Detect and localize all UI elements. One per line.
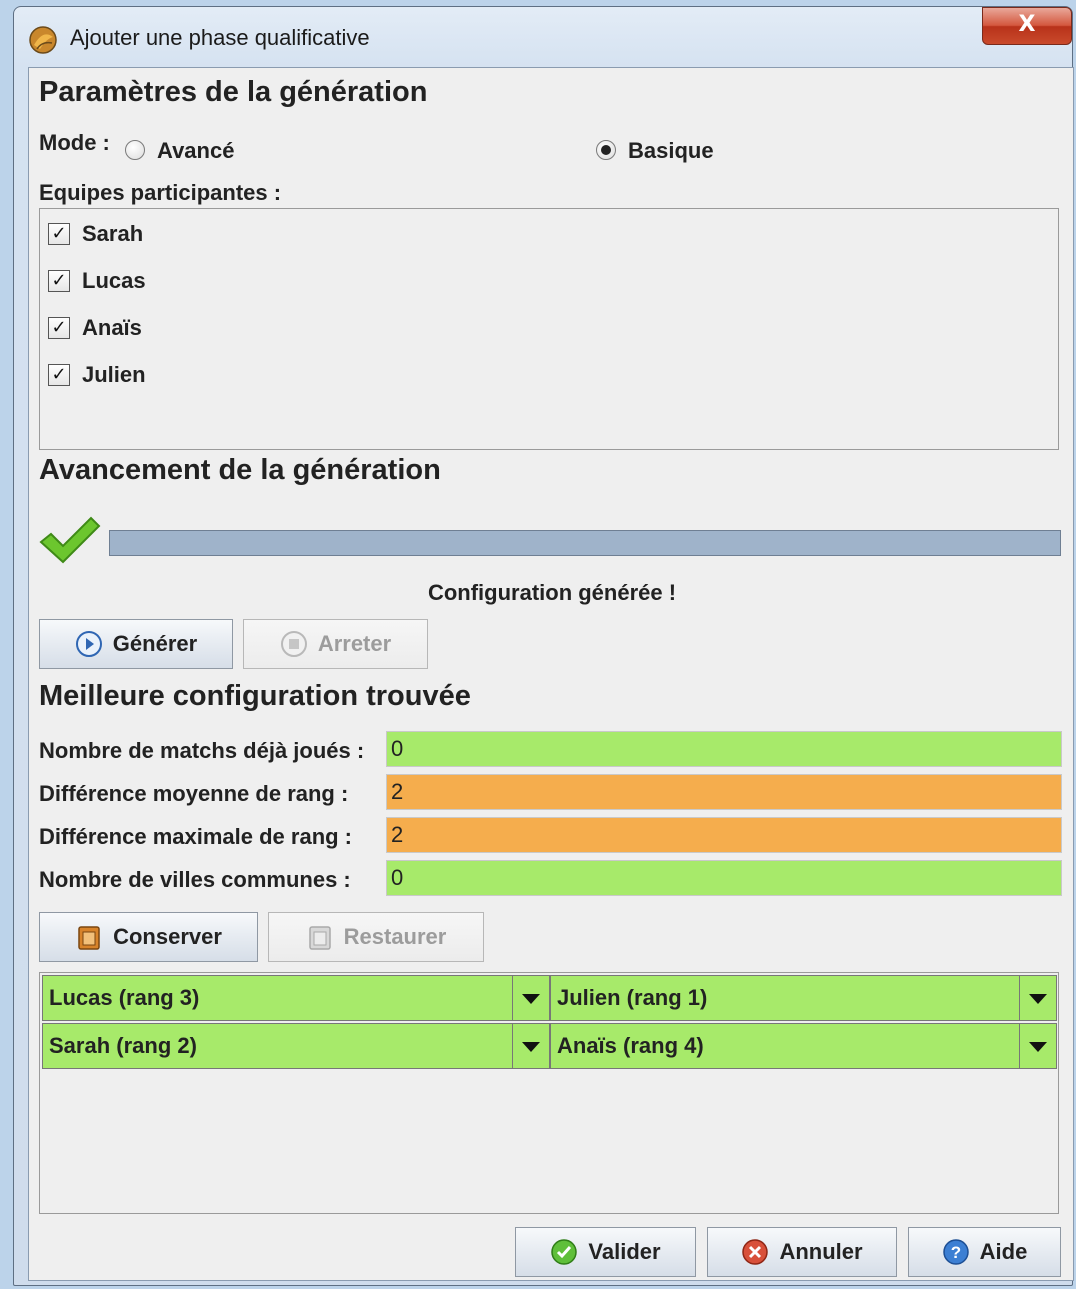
cancel-button[interactable]: Annuler xyxy=(707,1227,897,1277)
close-button[interactable]: X xyxy=(982,7,1072,45)
restore-button[interactable]: Restaurer xyxy=(268,912,484,962)
team-checkbox[interactable]: ✓ xyxy=(48,317,70,339)
generate-label: Générer xyxy=(112,631,198,656)
dialog-window: Ajouter une phase qualificative X Paramè… xyxy=(13,6,1074,1286)
team-checkbox[interactable]: ✓ xyxy=(48,223,70,245)
keep-button[interactable]: Conserver xyxy=(39,912,258,962)
common-cities-value: 0 xyxy=(386,860,1062,896)
cancel-label: Annuler xyxy=(779,1239,863,1264)
team-name: Lucas xyxy=(82,268,146,293)
field-label-avg-rank-diff: Différence moyenne de rang : xyxy=(39,781,349,806)
team-name: Anaïs xyxy=(82,315,142,340)
play-icon xyxy=(75,631,102,657)
match-1-left-select[interactable]: Lucas (rang 3) xyxy=(42,975,550,1021)
select-value: Anaïs (rang 4) xyxy=(557,1033,704,1058)
radio-advanced[interactable] xyxy=(125,140,145,160)
teams-list: ✓ Sarah ✓ Lucas ✓ Anaïs ✓ Julien xyxy=(39,208,1059,450)
mode-advanced-option[interactable]: Avancé xyxy=(125,138,255,164)
mode-label: Mode : xyxy=(39,130,110,155)
match-1-right-select[interactable]: Julien (rang 1) xyxy=(550,975,1057,1021)
title-bar[interactable]: Ajouter une phase qualificative X xyxy=(14,7,1072,67)
generate-button[interactable]: Générer xyxy=(39,619,233,669)
help-button[interactable]: ? Aide xyxy=(908,1227,1061,1277)
teams-label: Equipes participantes : xyxy=(39,180,282,205)
stop-button[interactable]: Arreter xyxy=(243,619,428,669)
max-rank-diff-value: 2 xyxy=(386,817,1062,853)
app-logo-icon xyxy=(29,26,57,54)
chevron-down-icon[interactable] xyxy=(512,1024,549,1068)
cancel-icon xyxy=(742,1239,769,1265)
restore-label: Restaurer xyxy=(343,924,447,949)
checkmark-icon xyxy=(39,516,101,564)
field-label-common-cities: Nombre de villes communes : xyxy=(39,867,351,892)
best-section-title: Meilleure configuration trouvée xyxy=(39,680,471,712)
keep-label: Conserver xyxy=(113,924,222,949)
select-value: Julien (rang 1) xyxy=(557,985,708,1010)
progress-fill xyxy=(110,531,1060,555)
restore-icon xyxy=(308,926,331,950)
params-section-title: Paramètres de la génération xyxy=(39,76,428,108)
team-name: Sarah xyxy=(82,221,144,246)
stop-label: Arreter xyxy=(317,631,392,656)
team-checkbox[interactable]: ✓ xyxy=(48,270,70,292)
mode-basic-option[interactable]: Basique xyxy=(596,138,736,164)
help-icon: ? xyxy=(942,1239,969,1265)
field-label-max-rank-diff: Différence maximale de rang : xyxy=(39,824,353,849)
chevron-down-icon[interactable] xyxy=(1019,976,1056,1020)
team-checkbox[interactable]: ✓ xyxy=(48,364,70,386)
radio-basic[interactable] xyxy=(596,140,616,160)
mode-advanced-label: Avancé xyxy=(157,138,235,163)
matches-panel: Lucas (rang 3) Julien (rang 1) Sarah (ra… xyxy=(39,972,1059,1214)
chevron-down-icon[interactable] xyxy=(1019,1024,1056,1068)
progress-section-title: Avancement de la génération xyxy=(39,454,441,486)
mode-basic-label: Basique xyxy=(628,138,714,163)
chevron-down-icon[interactable] xyxy=(512,976,549,1020)
close-icon: X xyxy=(1018,12,1036,37)
team-name: Julien xyxy=(82,362,146,387)
select-value: Lucas (rang 3) xyxy=(49,985,200,1010)
validate-button[interactable]: Valider xyxy=(515,1227,696,1277)
window-title: Ajouter une phase qualificative xyxy=(70,25,370,50)
progress-bar xyxy=(109,530,1061,556)
archive-icon xyxy=(78,926,100,950)
help-label: Aide xyxy=(979,1239,1028,1264)
avg-rank-diff-value: 2 xyxy=(386,774,1062,810)
progress-status: Configuration générée ! xyxy=(427,580,677,605)
check-circle-icon xyxy=(551,1239,578,1265)
match-2-left-select[interactable]: Sarah (rang 2) xyxy=(42,1023,550,1069)
match-2-right-select[interactable]: Anaïs (rang 4) xyxy=(550,1023,1057,1069)
dialog-content: Paramètres de la génération Mode : Avanc… xyxy=(28,67,1074,1281)
stop-icon xyxy=(280,631,307,657)
matches-played-value: 0 xyxy=(386,731,1062,767)
svg-text:?: ? xyxy=(950,1243,960,1262)
field-label-matches-played: Nombre de matchs déjà joués : xyxy=(39,738,365,763)
validate-label: Valider xyxy=(588,1239,661,1264)
select-value: Sarah (rang 2) xyxy=(49,1033,197,1058)
